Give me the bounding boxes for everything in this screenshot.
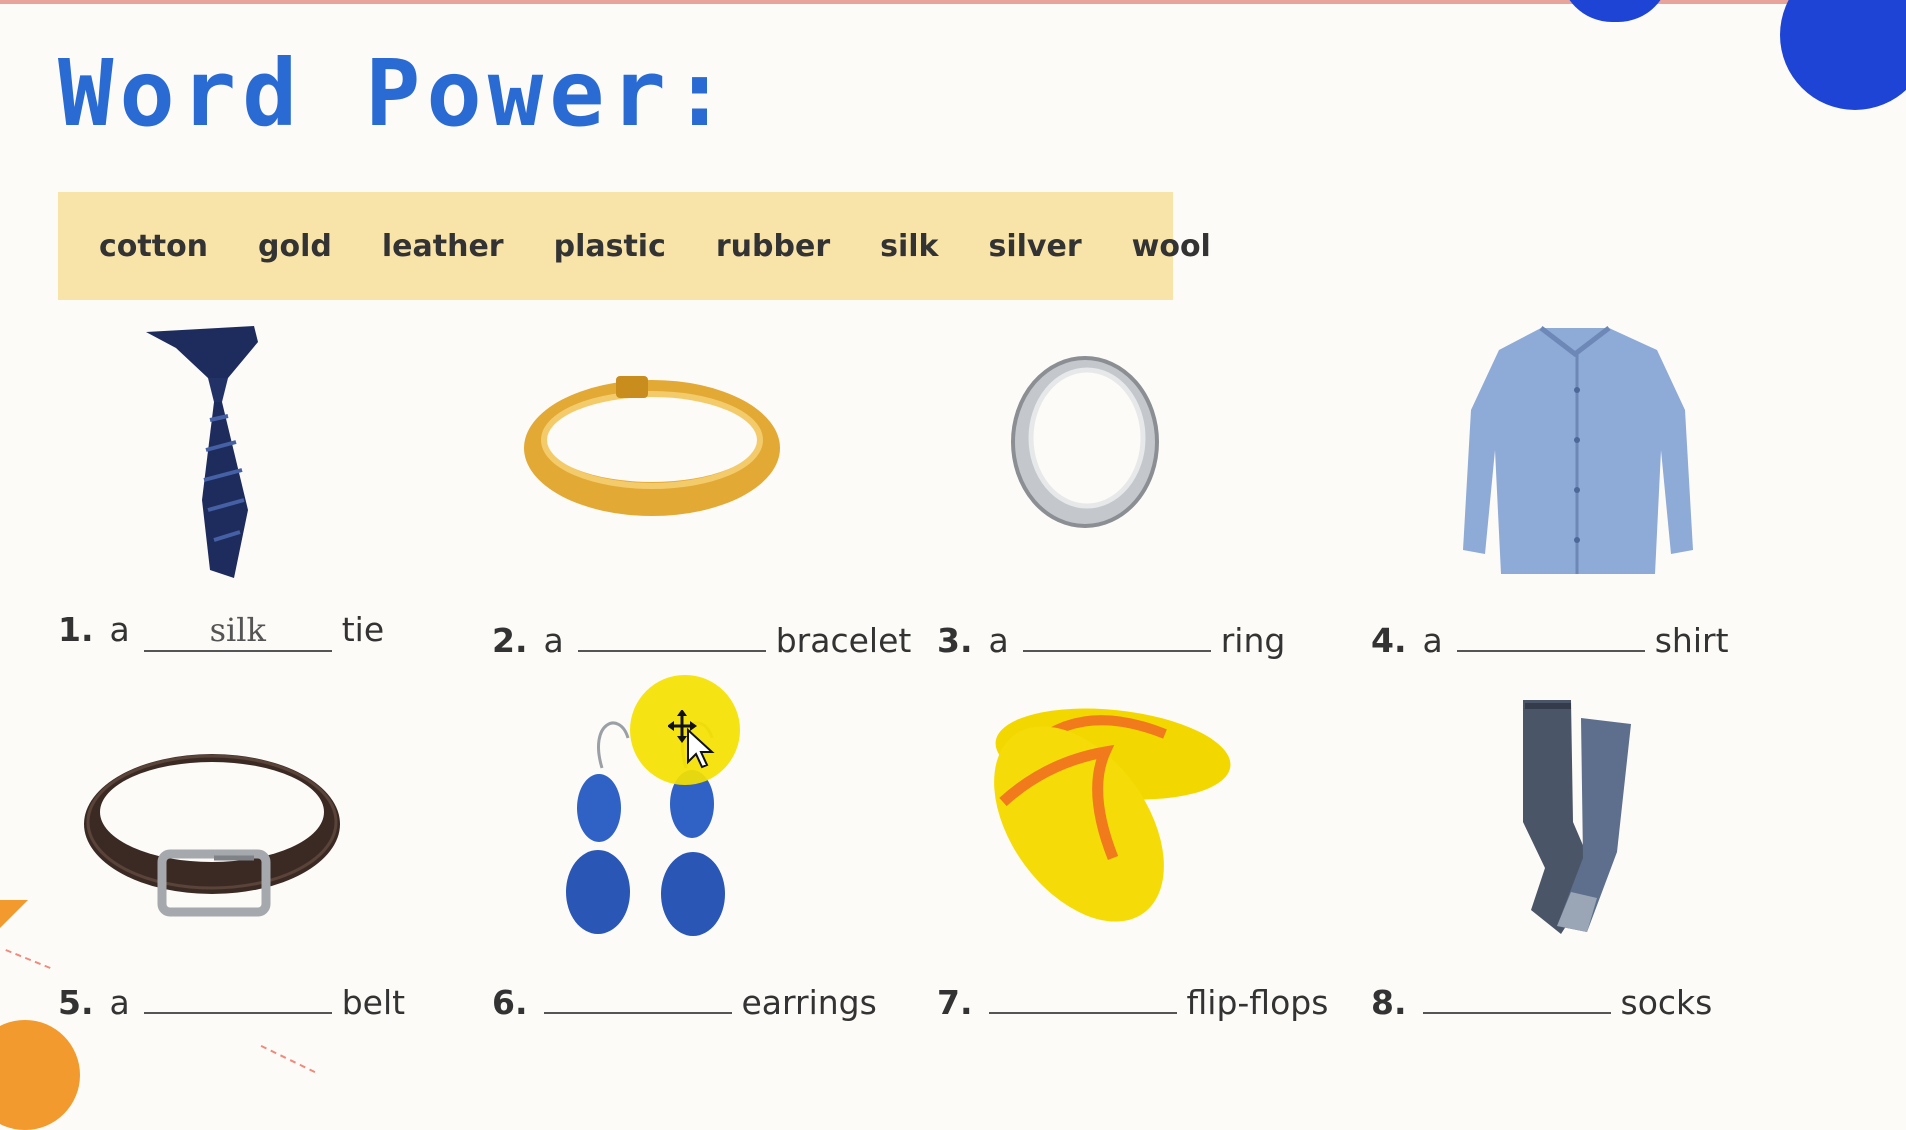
exercise-item-1: 1. a silk tie	[58, 320, 488, 670]
word-bank: cotton gold leather plastic rubber silk …	[58, 192, 1211, 300]
decorative-corner-circle	[0, 1020, 80, 1130]
answer-blank[interactable]	[143, 972, 332, 1014]
exercise-item-2: 2. a bracelet	[492, 320, 922, 670]
belt-icon	[58, 682, 488, 972]
exercise-item-7: 7. flip-flops	[937, 682, 1367, 1032]
item-number: 7.	[937, 983, 973, 1022]
decorative-blob-large	[1780, 0, 1906, 110]
item-article: a	[543, 621, 564, 660]
item-caption: 2. a bracelet	[492, 610, 911, 670]
item-caption: 4. a shirt	[1371, 610, 1729, 670]
decorative-blob-small	[1560, 0, 1670, 22]
item-article: a	[109, 610, 130, 649]
page-title: Word Power:	[58, 40, 734, 147]
item-noun: earrings	[741, 983, 877, 1022]
word-bank-item: leather	[381, 228, 504, 264]
mouse-cursor-icon	[667, 709, 716, 770]
exercise-item-3: 3. a ring	[937, 320, 1367, 670]
tie-icon	[58, 320, 488, 610]
item-number: 8.	[1371, 983, 1407, 1022]
item-number: 5.	[58, 983, 94, 1022]
item-noun: shirt	[1654, 621, 1729, 660]
item-noun: ring	[1220, 621, 1286, 660]
answer-blank[interactable]	[543, 972, 732, 1014]
word-bank-item: silk	[880, 228, 939, 264]
item-noun: flip-flops	[1186, 983, 1329, 1022]
word-bank-item: wool	[1131, 228, 1211, 264]
flip-flops-icon	[937, 682, 1367, 972]
item-caption: 8. socks	[1371, 972, 1712, 1032]
item-article: a	[1422, 621, 1443, 660]
exercise-item-5: 5. a belt	[58, 682, 488, 1032]
word-bank-item: gold	[258, 228, 332, 264]
word-bank-item: plastic	[553, 228, 666, 264]
answer-blank[interactable]	[1022, 610, 1211, 652]
ring-icon	[937, 320, 1367, 610]
item-caption: 7. flip-flops	[937, 972, 1328, 1032]
answer-blank[interactable]	[577, 610, 766, 652]
shirt-icon	[1371, 320, 1801, 610]
item-noun: belt	[341, 983, 406, 1022]
answer-blank[interactable]	[1456, 610, 1645, 652]
exercise-item-4: 4. a shirt	[1371, 320, 1801, 670]
item-number: 3.	[937, 621, 973, 660]
word-bank-item: silver	[988, 228, 1082, 264]
item-caption: 5. a belt	[58, 972, 405, 1032]
item-noun: socks	[1620, 983, 1713, 1022]
item-number: 4.	[1371, 621, 1407, 660]
decorative-dash-bottom	[260, 1044, 316, 1074]
item-number: 2.	[492, 621, 528, 660]
word-bank-item: cotton	[99, 228, 209, 264]
word-bank-item: rubber	[715, 228, 831, 264]
decorative-triangle	[0, 900, 28, 928]
socks-icon	[1371, 682, 1801, 972]
item-number: 1.	[58, 610, 94, 649]
exercise-item-8: 8. socks	[1371, 682, 1801, 1032]
answer-blank[interactable]	[988, 972, 1177, 1014]
bracelet-icon	[492, 320, 922, 610]
item-article: a	[109, 983, 130, 1022]
item-noun: bracelet	[775, 621, 912, 660]
item-caption: 6. earrings	[492, 972, 877, 1032]
answer-blank[interactable]: silk	[143, 610, 332, 652]
answer-blank[interactable]	[1422, 972, 1611, 1014]
item-article: a	[988, 621, 1009, 660]
item-caption: 1. a silk tie	[58, 610, 384, 670]
decorative-dash-left	[5, 949, 51, 969]
item-number: 6.	[492, 983, 528, 1022]
item-noun: tie	[341, 610, 385, 649]
item-caption: 3. a ring	[937, 610, 1285, 670]
